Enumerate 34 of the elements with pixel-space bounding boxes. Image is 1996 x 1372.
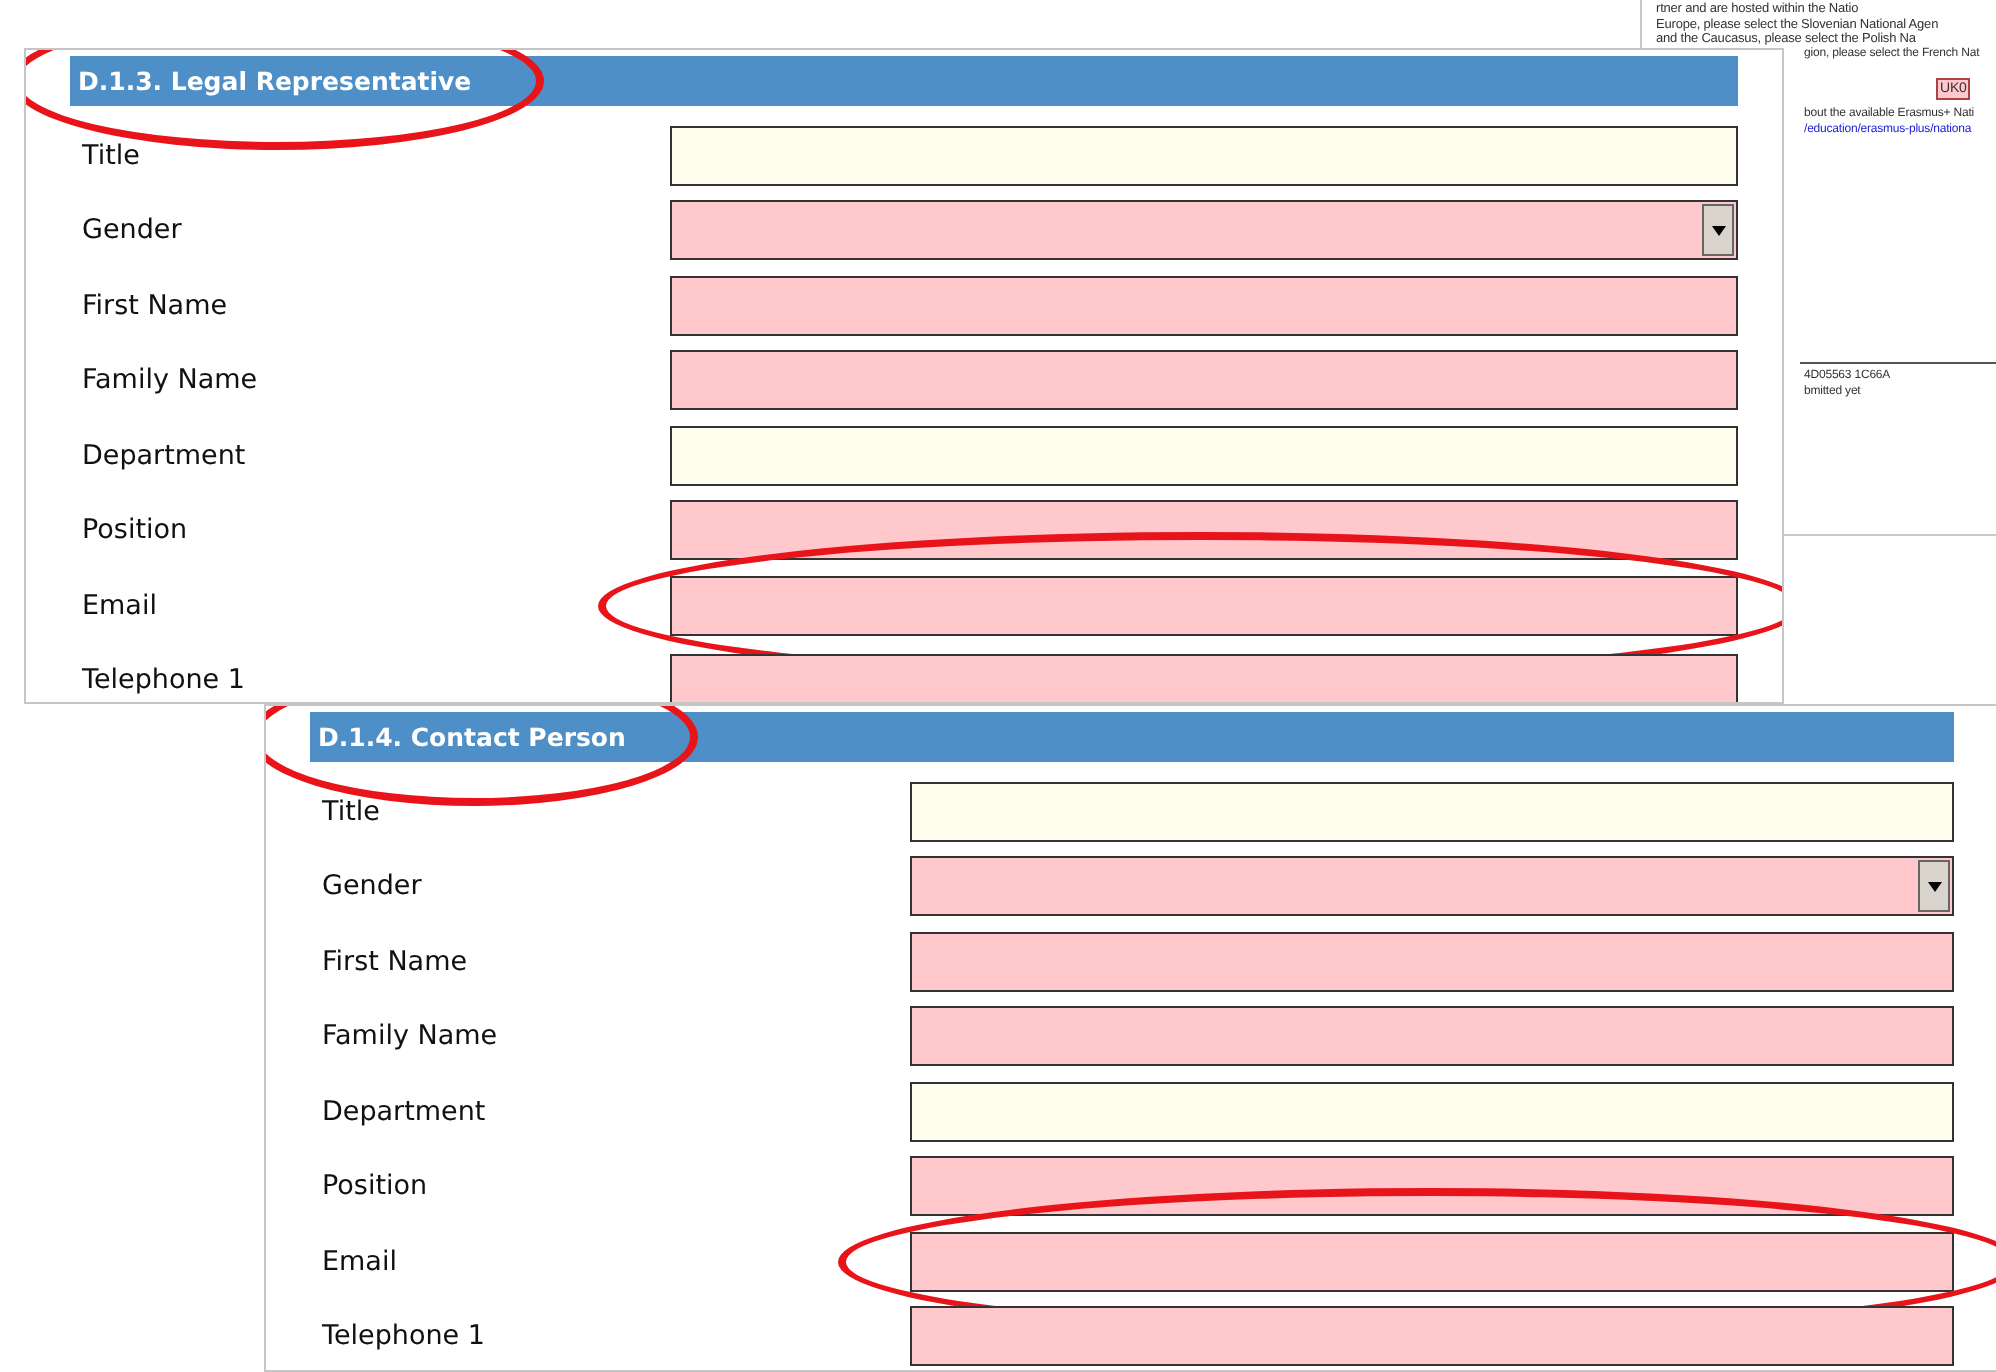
- input-field[interactable]: [670, 500, 1738, 561]
- field-label: Gender: [320, 870, 424, 903]
- input-field[interactable]: [670, 125, 1738, 186]
- field-label: Email: [320, 1245, 399, 1278]
- input-field[interactable]: [670, 575, 1738, 636]
- input-field[interactable]: [910, 1306, 1954, 1367]
- section-title: D.1.4. Contact Person: [318, 722, 626, 752]
- section-title: D.1.3. Legal Representative: [78, 66, 472, 96]
- input-field[interactable]: [910, 931, 1954, 992]
- input-field[interactable]: [670, 425, 1738, 486]
- input-field[interactable]: [910, 1156, 1954, 1217]
- field-label: Telephone 1: [80, 664, 247, 697]
- field-label: Telephone 1: [320, 1320, 487, 1353]
- field-label: Title: [80, 139, 142, 172]
- field-label: Title: [320, 795, 382, 828]
- dropdown-field[interactable]: [670, 200, 1738, 261]
- input-field[interactable]: [910, 1006, 1954, 1067]
- input-field[interactable]: [670, 275, 1738, 336]
- input-field[interactable]: [910, 781, 1954, 842]
- input-field[interactable]: [670, 654, 1738, 702]
- field-label: Email: [80, 589, 159, 622]
- field-label: First Name: [320, 945, 470, 978]
- field-label: Department: [80, 439, 248, 472]
- field-label: Position: [320, 1170, 430, 1203]
- field-label: Family Name: [80, 364, 260, 397]
- field-label: Position: [80, 514, 190, 547]
- input-field[interactable]: [910, 1081, 1954, 1142]
- field-label: First Name: [80, 289, 230, 322]
- dropdown-field[interactable]: [910, 856, 1954, 917]
- input-field[interactable]: [910, 1231, 1954, 1292]
- input-field[interactable]: [670, 350, 1738, 411]
- field-label: Gender: [80, 214, 184, 247]
- field-label: Family Name: [320, 1020, 500, 1053]
- field-label: Department: [320, 1095, 488, 1128]
